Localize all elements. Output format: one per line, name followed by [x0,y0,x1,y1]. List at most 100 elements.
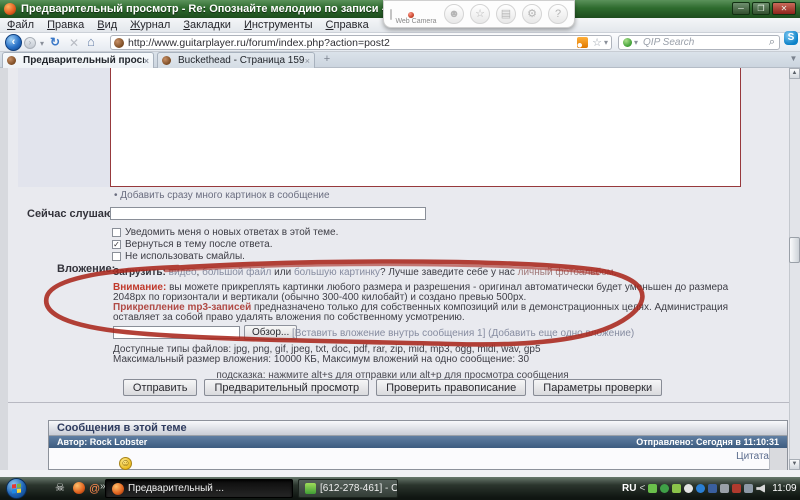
sep: или [271,267,294,278]
window-controls: ─ ❐ ✕ [732,2,796,15]
back-history-caret-icon[interactable]: ▾ [40,39,44,48]
page-scrollbar[interactable] [789,68,800,470]
site-favicon [114,37,124,48]
search-bar[interactable]: ▾ QIP Search ⌕ [618,35,780,50]
now-listening-input[interactable] [110,207,426,220]
attachment-label: Вложение: [57,263,116,275]
send-button[interactable]: Отправить [122,379,198,396]
big-image-link[interactable]: большую картинку [294,267,380,278]
tray-blue-app-icon[interactable] [708,484,718,493]
tab-close-icon[interactable]: × [305,56,310,66]
topic-messages-header: Сообщения в этой теме [49,421,787,436]
tray-bluetooth-icon[interactable] [696,484,706,493]
menu-view[interactable]: Вид [97,19,117,31]
url-dropdown-caret-icon[interactable]: ▾ [604,38,608,47]
menu-bookmarks[interactable]: Закладки [183,19,231,31]
stop-icon: ✕ [69,36,80,50]
minimize-button[interactable]: ─ [732,2,750,15]
scrollbar-thumb[interactable] [789,237,800,263]
url-text[interactable]: http://www.guitarplayer.ru/forum/index.p… [128,37,574,49]
quicklaunch-skull-icon[interactable]: ☠ [55,478,65,498]
no-smileys-label: Не использовать смайлы. [125,251,245,262]
attachment-file-input[interactable] [113,326,240,339]
menu-tools[interactable]: Инструменты [244,19,313,31]
scroll-down-icon[interactable]: ▼ [789,459,800,470]
search-input[interactable]: QIP Search [643,37,769,48]
language-indicator[interactable]: RU [622,483,636,494]
tab-buckethead[interactable]: Buckethead - Страница 159 × [157,52,315,68]
back-button[interactable]: ‹ [5,34,22,51]
maximize-button[interactable]: ❐ [752,2,770,15]
start-button[interactable] [6,478,27,499]
video-link[interactable]: видео [169,267,197,278]
notify-checkbox[interactable] [112,228,121,237]
refresh-icon[interactable]: ↻ [50,35,60,49]
tab-preview[interactable]: Предварительный просмотр - R... × [2,52,154,68]
quicklaunch-mail-icon[interactable]: @ [89,479,100,499]
return-checkbox-row[interactable]: ✓ Вернуться в тему после ответа. [112,239,273,250]
rss-icon[interactable] [577,37,589,48]
close-button[interactable]: ✕ [772,2,796,15]
bookmark-star-icon[interactable]: ☆ [592,36,602,49]
browse-button[interactable]: Обзор... [244,325,298,340]
quicklaunch-firefox-icon[interactable] [73,482,85,494]
form-buttons: Отправить Предварительный просмотр Прове… [120,379,665,396]
message-side-cell [769,448,787,471]
notify-label: Уведомить меня о новых ответах в этой те… [125,227,339,238]
edit-icon[interactable]: ▤ [496,4,516,24]
scroll-up-icon[interactable]: ▲ [789,68,800,79]
webcam-label: Web Camera [395,18,437,25]
preview-button[interactable]: Предварительный просмотр [204,379,370,396]
tray-volume-icon[interactable] [756,484,766,493]
new-tab-button[interactable]: + [320,54,334,66]
list-all-tabs-icon[interactable]: ▼ [788,54,799,66]
tray-collapse-chevron[interactable]: < [639,483,645,494]
photoalbum-link[interactable]: личный фотоальбом [518,267,614,278]
tray-red-app-icon[interactable] [732,484,742,493]
firefox-icon [112,482,124,495]
search-engine-caret-icon[interactable]: ▾ [634,38,638,47]
notify-checkbox-row[interactable]: Уведомить меня о новых ответах в этой те… [112,227,338,238]
tab-favicon [162,56,171,65]
menu-help[interactable]: Справка [326,19,369,31]
taskbar-item-qip[interactable]: [612-278-461] - Окн... [298,479,398,498]
menu-history[interactable]: Журнал [130,19,170,31]
home-icon[interactable]: ⌂ [87,35,95,49]
url-bar[interactable]: http://www.guitarplayer.ru/forum/index.p… [110,35,612,50]
check-options-button[interactable]: Параметры проверки [533,379,663,396]
add-attachment-link[interactable]: (Добавить еще одно вложение) [488,328,634,339]
return-checkbox[interactable]: ✓ [112,240,121,249]
no-smileys-checkbox[interactable] [112,252,121,261]
add-many-images-link[interactable]: • Добавить сразу много картинок в сообще… [114,190,330,201]
quote-link[interactable]: Цитата [736,451,769,462]
now-listening-label: Сейчас слушаю: [27,208,117,220]
spellcheck-button[interactable]: Проверить правописание [376,379,527,396]
star-icon[interactable]: ☆ [470,4,490,24]
big-file-link[interactable]: большой файл [202,267,271,278]
no-smileys-checkbox-row[interactable]: Не использовать смайлы. [112,251,245,262]
forward-button[interactable]: › [24,37,36,49]
tray-green-app-icon[interactable] [648,484,658,493]
size-limits-line: Максимальный размер вложения: 10000 КБ, … [113,354,530,365]
contacts-icon[interactable]: ☻ [444,4,464,24]
settings-wrench-icon[interactable]: ⚙ [522,4,542,24]
tray-network-icon[interactable] [744,484,754,493]
tab-close-icon[interactable]: × [144,56,149,66]
insert-attachment-link[interactable]: [Вставить вложение внутрь сообщения 1] [292,328,485,339]
menu-edit[interactable]: Правка [47,19,84,31]
tray-display-icon[interactable] [720,484,730,493]
upload-mid-text: ? Лучше заведите себе у нас [380,267,518,278]
message-author: Автор: Rock Lobster [57,437,148,447]
tray-leaf-icon[interactable] [672,484,682,493]
search-icon[interactable]: ⌕ [769,36,775,49]
section-divider [8,402,789,403]
help-icon[interactable]: ? [548,4,568,24]
taskbar-clock[interactable]: 11:09 [772,483,796,494]
menu-file[interactable]: Файл [7,19,34,31]
webcam-overlay-widget[interactable]: Web Camera ☻ ☆ ▤ ⚙ ? [383,0,575,28]
search-engine-icon[interactable] [623,38,632,47]
tray-qip-flower-icon[interactable] [660,484,670,493]
skype-icon[interactable]: S [784,31,798,45]
tray-messenger-icon[interactable] [684,484,694,493]
taskbar-item-firefox[interactable]: Предварительный ... [105,479,293,498]
